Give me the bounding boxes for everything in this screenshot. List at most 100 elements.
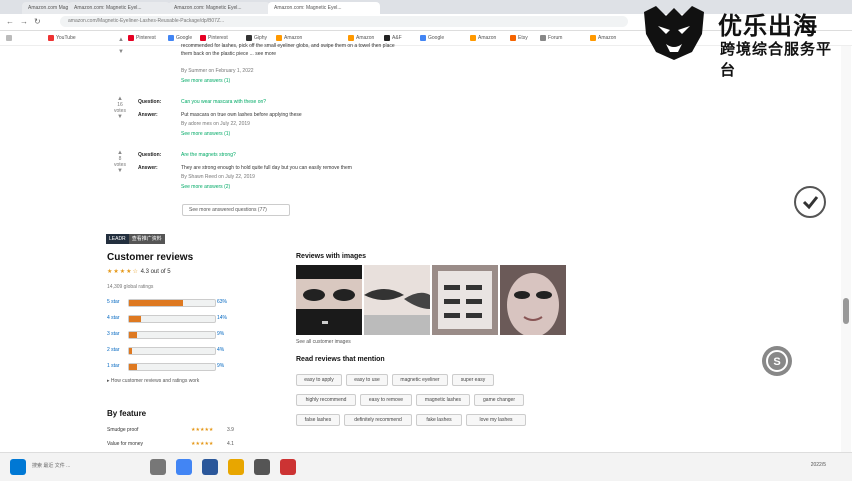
windows-taskbar: 搜索 最近 文件 ... 2022/5	[0, 452, 852, 481]
chrome-icon[interactable]	[176, 459, 192, 475]
watermark-subtitle: 跨境综合服务平台	[720, 41, 833, 79]
histogram-bar	[128, 347, 216, 355]
url-input[interactable]: amazon.com/Magnetic-Eyeliner-Lashes-Reus…	[60, 16, 628, 27]
watermark-logo: 优乐出海 跨境综合服务平台	[636, 4, 846, 79]
answer-text: recommended for lashes, pick off the sma…	[181, 43, 395, 49]
answer-byline: By adore mes on July 22, 2019	[181, 121, 250, 127]
feature-row: Value for money ★★★★★ 4.1	[107, 441, 247, 447]
reload-icon[interactable]: ↻	[34, 17, 41, 26]
lash-package-image	[432, 265, 498, 335]
answer-text: Put mascara on true own lashes before ap…	[181, 112, 302, 118]
mention-chip[interactable]: easy to use	[346, 374, 388, 386]
histogram-row[interactable]: 2 star 4%	[107, 346, 237, 355]
vote-down-icon[interactable]: ▼	[118, 48, 124, 56]
browser-tab-active[interactable]: Amazon.com: Magnetic Eyel...	[268, 2, 380, 14]
clock: 2022/5	[810, 462, 826, 468]
browser-tab[interactable]: Amazon.com: Magnetic Eyel...	[68, 2, 170, 14]
s-floating-button[interactable]: S	[762, 346, 792, 376]
eye-makeup-image	[296, 265, 362, 335]
histogram-bar	[128, 315, 216, 323]
mention-chip[interactable]: easy to remove	[360, 394, 412, 406]
folder-icon[interactable]	[228, 459, 244, 475]
leadr-badge[interactable]: LEADR 查看推广资料	[106, 234, 165, 244]
page-scrollbar[interactable]	[841, 46, 851, 452]
histogram-row[interactable]: 4 star 14%	[107, 314, 237, 323]
answer-text-continued: them back on the plastic piece ... see m…	[181, 51, 277, 57]
taskbar-app-icon[interactable]	[280, 459, 296, 475]
histogram-percent: 4%	[217, 347, 225, 353]
face-closeup-image	[500, 265, 566, 335]
mention-chip[interactable]: definitely recommend	[344, 414, 412, 426]
question-text[interactable]: Can you wear mascara with these on?	[181, 98, 266, 106]
reviews-with-images-title: Reviews with images	[296, 253, 367, 260]
browser-tab[interactable]: Amazon.com: Magnetic Eyel...	[168, 2, 270, 14]
by-feature-title: By feature	[107, 409, 147, 418]
read-reviews-mention-title: Read reviews that mention	[296, 356, 385, 363]
taskbar-app-icon[interactable]	[254, 459, 270, 475]
feature-stars-icon: ★★★★★	[191, 441, 214, 447]
customer-reviews-title: Customer reviews	[107, 252, 194, 263]
histogram-percent: 63%	[217, 299, 228, 305]
star-rating-icon: ★★★★☆	[107, 269, 139, 275]
vote-down-icon[interactable]: ▼	[110, 114, 130, 120]
back-icon[interactable]: ←	[6, 17, 14, 26]
badge-part-2: 查看推广资料	[128, 234, 165, 244]
mention-chip[interactable]: super easy	[452, 374, 494, 386]
watermark-title: 优乐出海	[718, 13, 818, 40]
browser-tab[interactable]: Amazon.com Magnetic Eyelas...	[22, 2, 70, 14]
windows-start-icon[interactable]	[10, 459, 26, 475]
answer-text: They are strong enough to hold quite ful…	[181, 165, 352, 171]
mention-chip[interactable]: fake lashes	[416, 414, 462, 426]
histogram-row[interactable]: 3 star 9%	[107, 330, 237, 339]
question-label: Question:	[138, 152, 162, 158]
review-image-thumbnail[interactable]	[500, 265, 566, 335]
bookmark-item[interactable]: Pinterest	[128, 33, 156, 43]
histogram-percent: 14%	[217, 315, 228, 321]
see-more-answers-link[interactable]: See more answers (2)	[181, 183, 230, 191]
histogram-fill	[129, 364, 137, 370]
mention-chip[interactable]: magnetic eyeliner	[392, 374, 448, 386]
histogram-row[interactable]: 5 star 63%	[107, 298, 237, 307]
taskbar-search[interactable]: 搜索 最近 文件 ...	[32, 462, 70, 469]
lion-logo-icon	[644, 6, 704, 60]
question-text[interactable]: Are the magnets strong?	[181, 151, 236, 159]
histogram-fill	[129, 348, 133, 354]
answer-byline: By Summer on February 1, 2022	[181, 68, 254, 74]
vote-down-icon[interactable]: ▼	[110, 168, 130, 174]
feature-value: 3.9	[227, 427, 234, 433]
bookmark-item[interactable]: YouTube	[48, 33, 76, 43]
mention-chip[interactable]: highly recommend	[296, 394, 356, 406]
see-more-questions-button[interactable]: See more answered questions (77)	[182, 204, 290, 216]
mention-chip[interactable]: false lashes	[296, 414, 340, 426]
vote-up-icon[interactable]: ▲	[118, 36, 124, 44]
feature-row: Smudge proof ★★★★★ 3.9	[107, 427, 247, 433]
review-image-thumbnail[interactable]	[364, 265, 430, 335]
histogram-label: 2 star	[107, 347, 120, 353]
feature-name: Smudge proof	[107, 427, 139, 433]
scrollbar-thumb[interactable]	[843, 298, 849, 324]
answer-label: Answer:	[138, 165, 158, 171]
see-more-answers-link[interactable]: See more answers (1)	[181, 130, 230, 138]
how-ratings-work-link[interactable]: ▸ How customer reviews and ratings work	[107, 378, 199, 384]
review-image-thumbnail[interactable]	[296, 265, 362, 335]
see-all-images-link[interactable]: See all customer images	[296, 339, 351, 345]
mention-chip[interactable]: game changer	[474, 394, 524, 406]
mention-chip[interactable]: magnetic lashes	[416, 394, 470, 406]
checklist-floating-icon[interactable]	[794, 186, 826, 218]
histogram-row[interactable]: 1 star 9%	[107, 362, 237, 371]
feature-name: Value for money	[107, 441, 144, 447]
badge-part-1: LEADR	[106, 234, 129, 244]
histogram-bar	[128, 363, 216, 371]
mention-chip[interactable]: easy to apply	[296, 374, 342, 386]
see-more-answers-link[interactable]: See more answers (1)	[181, 77, 230, 85]
histogram-label: 3 star	[107, 331, 120, 337]
mention-chip[interactable]: love my lashes	[466, 414, 526, 426]
apps-icon[interactable]	[6, 33, 14, 43]
taskbar-app-icon[interactable]	[150, 459, 166, 475]
vote-widget: ▲ 8 votes ▼	[110, 150, 130, 174]
review-image-thumbnail[interactable]	[432, 265, 498, 335]
vote-widget: ▲ 16 votes ▼	[110, 96, 130, 120]
histogram-fill	[129, 316, 142, 322]
forward-icon[interactable]: →	[20, 17, 28, 26]
word-icon[interactable]	[202, 459, 218, 475]
